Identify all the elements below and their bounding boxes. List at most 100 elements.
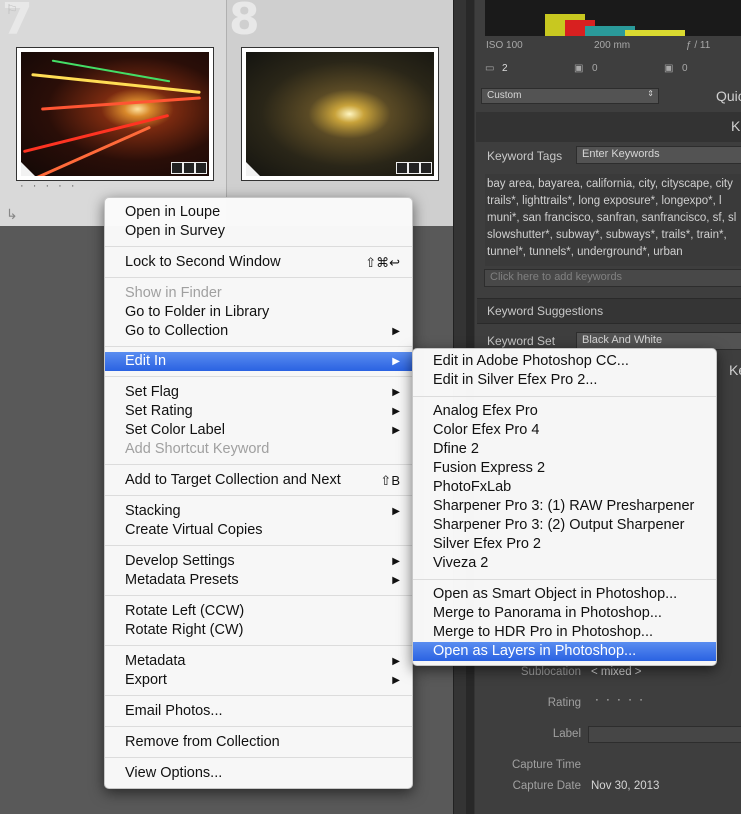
menu-item-label: Stacking: [125, 503, 181, 519]
menu-item-label: Go to Collection: [125, 323, 229, 339]
menu-item-label: Develop Settings: [125, 553, 235, 569]
submenu-item-analog-efex-pro[interactable]: Analog Efex Pro: [413, 402, 716, 421]
menu-item-show-in-finder: Show in Finder: [105, 284, 412, 303]
menu-item-label: Fusion Express 2: [433, 460, 546, 476]
submenu-item-sharpener-output[interactable]: Sharpener Pro 3: (2) Output Sharpener: [413, 516, 716, 535]
menu-separator: [105, 695, 412, 696]
grid-cell-7[interactable]: 7 ⚐ · · · · · ↳: [0, 0, 227, 226]
menu-separator: [105, 757, 412, 758]
spot-icon[interactable]: ▣: [574, 63, 583, 74]
menu-item-email-photos[interactable]: Email Photos...: [105, 702, 412, 721]
menu-item-label: Analog Efex Pro: [433, 403, 538, 419]
submenu-arrow-icon: ▶: [392, 675, 400, 686]
menu-item-metadata[interactable]: Metadata ▶: [105, 652, 412, 671]
develop-badge-icon: [195, 162, 207, 174]
menu-item-label: Open as Smart Object in Photoshop...: [433, 586, 678, 602]
menu-separator: [105, 277, 412, 278]
capture-date-value[interactable]: Nov 30, 2013: [591, 780, 659, 792]
flag-icon[interactable]: ⚐: [6, 2, 18, 18]
rating-label: Rating: [547, 697, 581, 709]
focal-readout: 200 mm: [594, 40, 631, 51]
redeye-icon[interactable]: ▣: [664, 63, 673, 74]
submenu-arrow-icon: ▶: [392, 425, 400, 436]
submenu-item-fusion-express[interactable]: Fusion Express 2: [413, 459, 716, 478]
menu-item-label: Rotate Right (CW): [125, 622, 244, 638]
keywords-text[interactable]: bay area, bayarea, california, city, cit…: [485, 174, 741, 266]
menu-item-label: Open as Layers in Photoshop...: [433, 643, 637, 659]
menu-item-label: Add Shortcut Keyword: [125, 441, 270, 457]
menu-item-view-options[interactable]: View Options...: [105, 764, 412, 783]
menu-item-label: Rotate Left (CCW): [125, 603, 245, 619]
label-label: Label: [552, 728, 581, 740]
quick-develop-label: Quic: [716, 88, 741, 104]
menu-item-label: Edit In: [125, 353, 167, 369]
menu-item-add-to-target-collection[interactable]: Add to Target Collection and Next ⇧B: [105, 471, 412, 490]
menu-item-lock-to-second-window[interactable]: Lock to Second Window ⇧⌘↩: [105, 253, 412, 272]
menu-item-go-to-collection[interactable]: Go to Collection ▶: [105, 322, 412, 341]
capture-date-label: Capture Date: [512, 780, 581, 792]
menu-separator: [105, 346, 412, 347]
label-input[interactable]: [588, 726, 741, 743]
menu-item-open-in-loupe[interactable]: Open in Loupe: [105, 203, 412, 222]
menu-item-stacking[interactable]: Stacking ▶: [105, 502, 412, 521]
menu-item-label: Sharpener Pro 3: (1) RAW Presharpener: [433, 498, 695, 514]
menu-item-open-in-survey[interactable]: Open in Survey: [105, 222, 412, 241]
keyword-badge-icon: [171, 162, 183, 174]
submenu-item-photofxlab[interactable]: PhotoFxLab: [413, 478, 716, 497]
menu-item-create-virtual-copies[interactable]: Create Virtual Copies: [105, 521, 412, 540]
preset-select[interactable]: Custom ⇕: [481, 88, 659, 104]
rating-value[interactable]: · · · · ·: [595, 694, 645, 706]
submenu-item-color-efex-pro[interactable]: Color Efex Pro 4: [413, 421, 716, 440]
menu-item-set-color-label[interactable]: Set Color Label ▶: [105, 421, 412, 440]
keywording-header-label: K: [731, 118, 741, 134]
count-a: 2: [502, 63, 508, 74]
rotate-icon[interactable]: ↳: [6, 206, 18, 223]
submenu-arrow-icon: ▶: [392, 506, 400, 517]
menu-item-export[interactable]: Export ▶: [105, 671, 412, 690]
submenu-item-dfine[interactable]: Dfine 2: [413, 440, 716, 459]
menu-item-set-rating[interactable]: Set Rating ▶: [105, 402, 412, 421]
add-keywords-input[interactable]: Click here to add keywords: [484, 269, 741, 287]
thumbnail-2[interactable]: [241, 47, 439, 181]
keyword-tags-label: Keyword Tags: [487, 149, 563, 163]
crop-icon[interactable]: ▭: [485, 63, 494, 74]
menu-item-set-flag[interactable]: Set Flag ▶: [105, 383, 412, 402]
sublocation-value[interactable]: < mixed >: [591, 666, 642, 678]
menu-item-label: Dfine 2: [433, 441, 479, 457]
submenu-item-viveza[interactable]: Viveza 2: [413, 554, 716, 573]
menu-item-remove-from-collection[interactable]: Remove from Collection: [105, 733, 412, 752]
keyword-suggestions-section[interactable]: Keyword Suggestions: [477, 298, 741, 324]
menu-item-go-to-folder[interactable]: Go to Folder in Library: [105, 303, 412, 322]
count-c: 0: [682, 63, 688, 74]
submenu-item-merge-hdr[interactable]: Merge to HDR Pro in Photoshop...: [413, 623, 716, 642]
submenu-item-merge-panorama[interactable]: Merge to Panorama in Photoshop...: [413, 604, 716, 623]
menu-item-rotate-left[interactable]: Rotate Left (CCW): [105, 602, 412, 621]
submenu-item-edit-in-silver-efex[interactable]: Edit in Silver Efex Pro 2...: [413, 371, 716, 390]
submenu-item-edit-in-photoshop[interactable]: Edit in Adobe Photoshop CC...: [413, 352, 716, 371]
keyword-tags-select[interactable]: Enter Keywords: [576, 146, 741, 164]
keyword-set-label: Keyword Set: [487, 334, 556, 348]
thumbnail-1[interactable]: [16, 47, 214, 181]
menu-item-metadata-presets[interactable]: Metadata Presets ▶: [105, 571, 412, 590]
menu-item-rotate-right[interactable]: Rotate Right (CW): [105, 621, 412, 640]
preset-select-value: Custom: [487, 90, 522, 101]
submenu-item-smart-object[interactable]: Open as Smart Object in Photoshop...: [413, 585, 716, 604]
develop-badge-icon: [420, 162, 432, 174]
menu-separator: [105, 726, 412, 727]
rating-dots[interactable]: · · · · ·: [20, 180, 78, 192]
submenu-item-sharpener-raw[interactable]: Sharpener Pro 3: (1) RAW Presharpener: [413, 497, 716, 516]
panel-header: [476, 112, 741, 142]
sublocation-label: Sublocation: [520, 666, 581, 678]
edit-in-submenu: Edit in Adobe Photoshop CC... Edit in Si…: [412, 348, 717, 666]
submenu-item-silver-efex-pro[interactable]: Silver Efex Pro 2: [413, 535, 716, 554]
menu-item-label: Go to Folder in Library: [125, 304, 270, 320]
menu-item-label: Metadata: [125, 653, 186, 669]
grid-cell-8[interactable]: 8: [227, 0, 453, 226]
menu-item-label: Set Flag: [125, 384, 179, 400]
menu-item-edit-in[interactable]: Edit In ▶: [105, 352, 412, 371]
submenu-item-open-as-layers[interactable]: Open as Layers in Photoshop...: [413, 642, 716, 661]
corner-triangle-icon: [21, 162, 35, 176]
menu-item-develop-settings[interactable]: Develop Settings ▶: [105, 552, 412, 571]
menu-separator: [105, 595, 412, 596]
keyword-suggestions-label: Keyword Suggestions: [487, 304, 604, 318]
